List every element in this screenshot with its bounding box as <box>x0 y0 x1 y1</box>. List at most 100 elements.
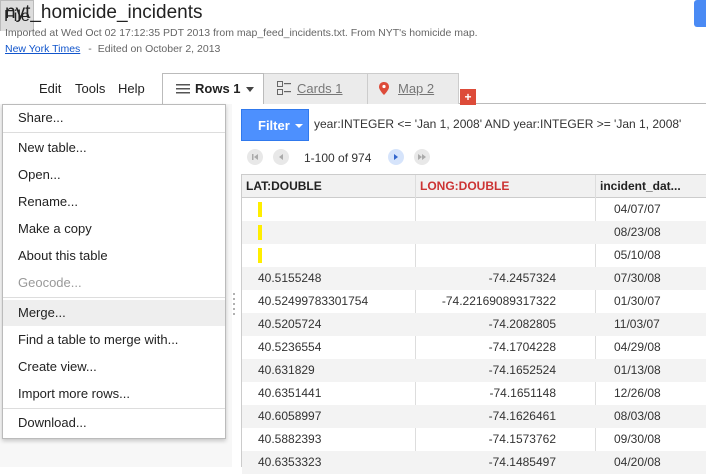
cell-lat[interactable]: 40.631829 <box>258 363 315 377</box>
table-title: nyt_homicide_incidents <box>5 2 203 23</box>
tab-rows-label: Rows 1 <box>195 81 241 96</box>
tab-cards-label: Cards 1 <box>297 81 343 96</box>
first-page-button[interactable] <box>247 149 263 165</box>
table-header: LAT:DOUBLE LONG:DOUBLE incident_dat... <box>242 175 706 198</box>
cell-long[interactable]: -74.1573762 <box>489 432 556 446</box>
import-info: Imported at Wed Oct 02 17:12:35 PDT 2013… <box>5 27 478 39</box>
column-header-lat[interactable]: LAT:DOUBLE <box>246 179 322 193</box>
next-page-button[interactable] <box>388 149 404 165</box>
cell-long[interactable]: -74.1652524 <box>489 363 556 377</box>
cell-lat[interactable]: 40.5205724 <box>258 317 321 331</box>
menu-item-about[interactable]: About this table <box>3 243 225 269</box>
filter-button[interactable]: Filter <box>241 109 309 141</box>
column-header-incident-date[interactable]: incident_dat... <box>600 179 681 193</box>
cell-lat[interactable]: 40.5155248 <box>258 271 321 285</box>
byline-separator: - <box>88 43 92 55</box>
first-page-icon <box>252 154 258 160</box>
table-row[interactable]: 40.6058997 -74.1626461 08/03/08 <box>242 405 706 428</box>
cell-incident-date[interactable]: 11/03/07 <box>614 317 660 331</box>
menu-divider <box>3 408 225 409</box>
edited-date: Edited on October 2, 2013 <box>97 43 221 55</box>
owner-link[interactable]: New York Times <box>5 43 80 55</box>
panel-splitter[interactable] <box>232 290 236 320</box>
menu-item-open[interactable]: Open... <box>3 162 225 188</box>
tab-map-label: Map 2 <box>398 81 435 96</box>
cell-incident-date[interactable]: 07/30/08 <box>614 271 661 285</box>
table-row[interactable]: 40.5882393 -74.1573762 09/30/08 <box>242 428 706 451</box>
menu-item-new-table[interactable]: New table... <box>3 135 225 161</box>
column-header-long[interactable]: LONG:DOUBLE <box>420 179 509 193</box>
prev-page-button[interactable] <box>273 149 289 165</box>
cell-lat[interactable]: 40.52499783301754 <box>258 294 368 308</box>
menu-tools[interactable]: Tools <box>75 81 105 96</box>
cell-long[interactable]: -74.2082805 <box>489 317 556 331</box>
menu-item-create-view[interactable]: Create view... <box>3 354 225 380</box>
caret-down-icon <box>295 124 303 128</box>
table-row[interactable]: 04/07/07 <box>242 198 706 221</box>
menu-item-rename[interactable]: Rename... <box>3 189 225 215</box>
menu-item-merge[interactable]: Merge... <box>3 300 225 326</box>
location-marker <box>258 202 262 217</box>
cell-incident-date[interactable]: 01/13/08 <box>614 363 661 377</box>
filter-expression: year:INTEGER <= 'Jan 1, 2008' AND year:I… <box>314 117 682 131</box>
location-marker <box>258 248 262 263</box>
cell-lat[interactable]: 40.6351441 <box>258 386 321 400</box>
menu-item-geocode[interactable]: Geocode... <box>3 270 225 296</box>
menu-item-download[interactable]: Download... <box>3 410 225 436</box>
cell-incident-date[interactable]: 09/30/08 <box>614 432 661 446</box>
cell-incident-date[interactable]: 08/23/08 <box>614 225 661 239</box>
share-button-edge[interactable] <box>694 0 706 27</box>
menu-item-import-rows[interactable]: Import more rows... <box>3 381 225 407</box>
menu-file-label: File <box>4 8 30 25</box>
pager: 1-100 of 974 <box>244 148 706 168</box>
menu-edit[interactable]: Edit <box>39 81 61 96</box>
cell-incident-date[interactable]: 04/07/07 <box>614 202 661 216</box>
cell-incident-date[interactable]: 04/29/08 <box>614 340 661 354</box>
cell-long[interactable]: -74.1626461 <box>489 409 556 423</box>
tab-rows[interactable]: Rows 1 <box>162 73 264 104</box>
row-range: 1-100 of 974 <box>304 151 372 165</box>
table-row[interactable]: 40.52499783301754 -74.22169089317322 01/30… <box>242 290 706 313</box>
cell-long[interactable]: -74.2457324 <box>489 271 556 285</box>
table-row[interactable]: 40.6351441 -74.1651148 12/26/08 <box>242 382 706 405</box>
cell-long[interactable]: -74.1704228 <box>489 340 556 354</box>
cell-incident-date[interactable]: 12/26/08 <box>614 386 661 400</box>
cards-icon <box>277 81 291 95</box>
last-page-button[interactable] <box>414 149 430 165</box>
menu-item-share[interactable]: Share... <box>3 105 225 131</box>
cell-incident-date[interactable]: 05/10/08 <box>614 248 661 262</box>
cell-long[interactable]: -74.1651148 <box>489 386 556 400</box>
list-icon <box>176 84 190 94</box>
cell-lat[interactable]: 40.5882393 <box>258 432 321 446</box>
menu-item-make-copy[interactable]: Make a copy <box>3 216 225 242</box>
prev-page-icon <box>279 154 283 160</box>
filter-button-label: Filter <box>258 118 290 133</box>
file-menu-dropdown: Share... New table... Open... Rename... … <box>2 104 226 439</box>
table-row[interactable]: 40.631829 -74.1652524 01/13/08 <box>242 359 706 382</box>
drag-handle-icon <box>233 293 235 315</box>
map-pin-icon <box>379 82 389 95</box>
chevron-down-icon[interactable] <box>246 87 254 92</box>
table-row[interactable]: 40.6353323 -74.1485497 04/20/08 <box>242 451 706 474</box>
cell-incident-date[interactable]: 01/30/07 <box>614 294 661 308</box>
cell-long[interactable]: -74.22169089317322 <box>442 294 556 308</box>
tab-map[interactable]: Map 2 <box>368 73 459 104</box>
menu-divider <box>3 132 225 133</box>
last-page-icon <box>418 154 426 160</box>
cell-lat[interactable]: 40.5236554 <box>258 340 321 354</box>
menu-item-find-table[interactable]: Find a table to merge with... <box>3 327 225 353</box>
next-page-icon <box>394 154 398 160</box>
table-row[interactable]: 40.5155248 -74.2457324 07/30/08 <box>242 267 706 290</box>
table-row[interactable]: 40.5205724 -74.2082805 11/03/07 <box>242 313 706 336</box>
cell-lat[interactable]: 40.6058997 <box>258 409 321 423</box>
add-tab-button[interactable]: + <box>460 89 476 105</box>
byline: New York Times - Edited on October 2, 2013 <box>5 43 220 55</box>
table-row[interactable]: 05/10/08 <box>242 244 706 267</box>
cell-incident-date[interactable]: 08/03/08 <box>614 409 661 423</box>
table-row[interactable]: 40.5236554 -74.1704228 04/29/08 <box>242 336 706 359</box>
location-marker <box>258 225 262 240</box>
menu-divider <box>3 297 225 298</box>
table-row[interactable]: 08/23/08 <box>242 221 706 244</box>
tab-cards[interactable]: Cards 1 <box>264 73 368 104</box>
menu-help[interactable]: Help <box>118 81 145 96</box>
